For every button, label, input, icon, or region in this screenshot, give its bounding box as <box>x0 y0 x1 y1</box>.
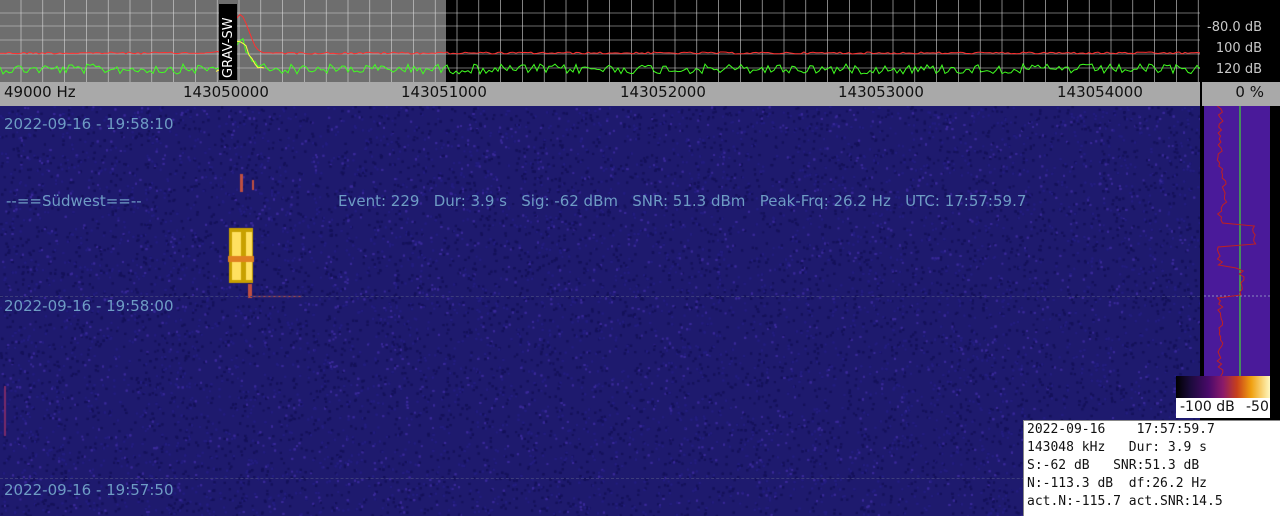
info-line: 2022-09-16 17:57:59.7 <box>1027 422 1215 437</box>
marker-label: GRAV-SW <box>221 17 236 78</box>
colorbar-min-label: -100 dB <box>1180 399 1235 415</box>
activity-panel <box>1200 106 1280 376</box>
time-gridline <box>0 478 1200 479</box>
db-label-top: -80.0 dB <box>1207 20 1262 35</box>
station-label: --==Südwest==-- <box>6 192 142 210</box>
spectrum-dark-region <box>446 0 1200 82</box>
spectrum-plot: GRAV-SW <box>0 0 1200 82</box>
info-line: 143048 kHz Dur: 3.9 s <box>1027 440 1208 455</box>
waterfall-canvas <box>0 106 1200 516</box>
percent-readout: 0 % <box>1202 82 1280 106</box>
timestamp-label: 2022-09-16 - 19:57:50 <box>4 481 174 499</box>
info-line: N:-113.3 dB df:26.2 Hz <box>1027 476 1208 491</box>
db-label-bottom: 120 dB <box>1215 62 1262 77</box>
db-scale: -80.0 dB 100 dB 120 dB <box>1200 0 1280 82</box>
timestamp-label: 2022-09-16 - 19:58:10 <box>4 115 174 133</box>
frequency-axis[interactable]: 49000 Hz 143050000 143051000 143052000 1… <box>0 82 1200 106</box>
freq-label: 49000 Hz <box>4 83 76 101</box>
info-line: act.N:-115.7 act.SNR:14.5 <box>1027 494 1223 509</box>
time-gridline <box>0 296 1200 297</box>
freq-label: 143050000 <box>183 83 269 101</box>
colorbar-gradient <box>1176 376 1270 398</box>
info-line: S:-62 dB SNR:51.3 dB <box>1027 458 1200 473</box>
freq-label: 143051000 <box>401 83 487 101</box>
timestamp-label: 2022-09-16 - 19:58:00 <box>4 297 174 315</box>
event-summary: Event: 229 Dur: 3.9 s Sig: -62 dBm SNR: … <box>338 192 1027 210</box>
colorbar-legend: -100 dB -50 <box>1176 376 1270 418</box>
freq-label: 143052000 <box>620 83 706 101</box>
db-label-mid: 100 dB <box>1215 41 1262 56</box>
event-info-box: 2022-09-16 17:57:59.7 143048 kHz Dur: 3.… <box>1023 420 1280 516</box>
waterfall-display[interactable]: 2022-09-16 - 19:58:10 2022-09-16 - 19:58… <box>0 106 1200 516</box>
freq-label: 143053000 <box>838 83 924 101</box>
freq-label: 143054000 <box>1057 83 1143 101</box>
colorbar-max-label: -50 <box>1246 399 1269 415</box>
